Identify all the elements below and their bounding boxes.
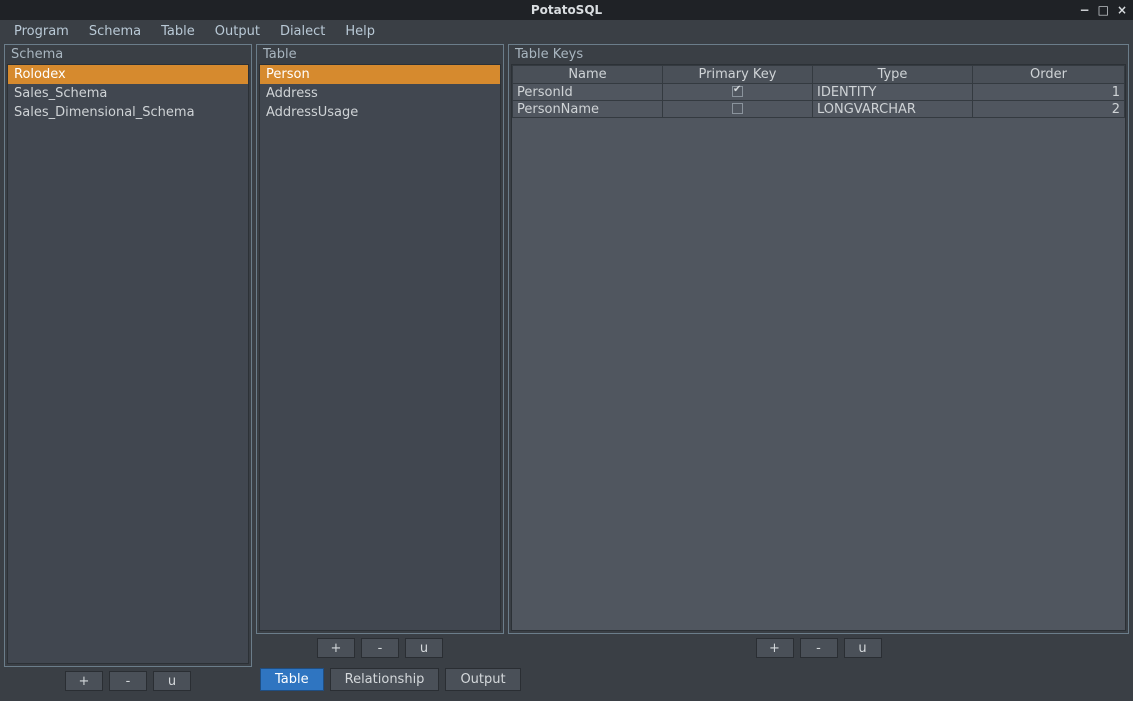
cell-type[interactable]: IDENTITY [813,84,973,101]
table-panel: Table Person Address AddressUsage [256,44,504,634]
keys-panel-title: Table Keys [509,45,1128,64]
titlebar: PotatoSQL − □ × [0,0,1133,20]
app-window: PotatoSQL − □ × Program Schema Table Out… [0,0,1133,701]
schema-item-sales-dimensional[interactable]: Sales_Dimensional_Schema [8,103,248,122]
col-pk[interactable]: Primary Key [663,66,813,84]
cell-name[interactable]: PersonId [513,84,663,101]
cell-type[interactable]: LONGVARCHAR [813,101,973,118]
cell-pk[interactable] [663,84,813,101]
keys-row[interactable]: PersonId IDENTITY 1 [513,84,1125,101]
menu-program[interactable]: Program [6,22,77,41]
keys-remove-button[interactable]: - [800,638,838,658]
menu-table[interactable]: Table [153,22,203,41]
table-remove-button[interactable]: - [361,638,399,658]
cell-pk[interactable] [663,101,813,118]
table-add-button[interactable]: + [317,638,355,658]
menu-output[interactable]: Output [207,22,268,41]
checkbox-icon[interactable] [732,103,743,114]
minimize-icon[interactable]: − [1080,3,1090,17]
tab-relationship[interactable]: Relationship [330,668,440,691]
close-icon[interactable]: × [1117,3,1127,17]
menu-dialect[interactable]: Dialect [272,22,333,41]
window-controls: − □ × [1080,0,1127,20]
bottom-tabs: Table Relationship Output [256,664,1129,697]
keys-table: Name Primary Key Type Order PersonId [512,65,1125,118]
schema-add-button[interactable]: + [65,671,103,691]
keys-table-wrap: Name Primary Key Type Order PersonId [511,64,1126,631]
keys-update-button[interactable]: u [844,638,882,658]
tab-table[interactable]: Table [260,668,324,691]
schema-list[interactable]: Rolodex Sales_Schema Sales_Dimensional_S… [7,64,249,664]
menubar: Program Schema Table Output Dialect Help [0,20,1133,42]
table-item-addressusage[interactable]: AddressUsage [260,103,500,122]
table-item-address[interactable]: Address [260,84,500,103]
cell-order[interactable]: 1 [973,84,1125,101]
menu-help[interactable]: Help [337,22,383,41]
keys-table-filler [512,118,1125,630]
schema-item-sales[interactable]: Sales_Schema [8,84,248,103]
table-item-person[interactable]: Person [260,65,500,84]
window-title: PotatoSQL [531,3,602,17]
schema-panel-title: Schema [5,45,251,64]
schema-item-rolodex[interactable]: Rolodex [8,65,248,84]
table-panel-title: Table [257,45,503,64]
menu-schema[interactable]: Schema [81,22,149,41]
keys-row[interactable]: PersonName LONGVARCHAR 2 [513,101,1125,118]
schema-remove-button[interactable]: - [109,671,147,691]
table-buttons: + - u [256,634,504,664]
table-list[interactable]: Person Address AddressUsage [259,64,501,631]
tab-output[interactable]: Output [445,668,520,691]
keys-buttons: + - u [508,634,1129,664]
keys-panel: Table Keys Name Primary Key Type Order [508,44,1129,634]
schema-update-button[interactable]: u [153,671,191,691]
table-update-button[interactable]: u [405,638,443,658]
cell-name[interactable]: PersonName [513,101,663,118]
schema-buttons: + - u [4,667,252,697]
maximize-icon[interactable]: □ [1098,3,1109,17]
cell-order[interactable]: 2 [973,101,1125,118]
main-content: Schema Rolodex Sales_Schema Sales_Dimens… [0,42,1133,701]
schema-panel: Schema Rolodex Sales_Schema Sales_Dimens… [4,44,252,667]
keys-header-row: Name Primary Key Type Order [513,66,1125,84]
col-order[interactable]: Order [973,66,1125,84]
checkbox-icon[interactable] [732,86,743,97]
col-name[interactable]: Name [513,66,663,84]
keys-add-button[interactable]: + [756,638,794,658]
col-type[interactable]: Type [813,66,973,84]
